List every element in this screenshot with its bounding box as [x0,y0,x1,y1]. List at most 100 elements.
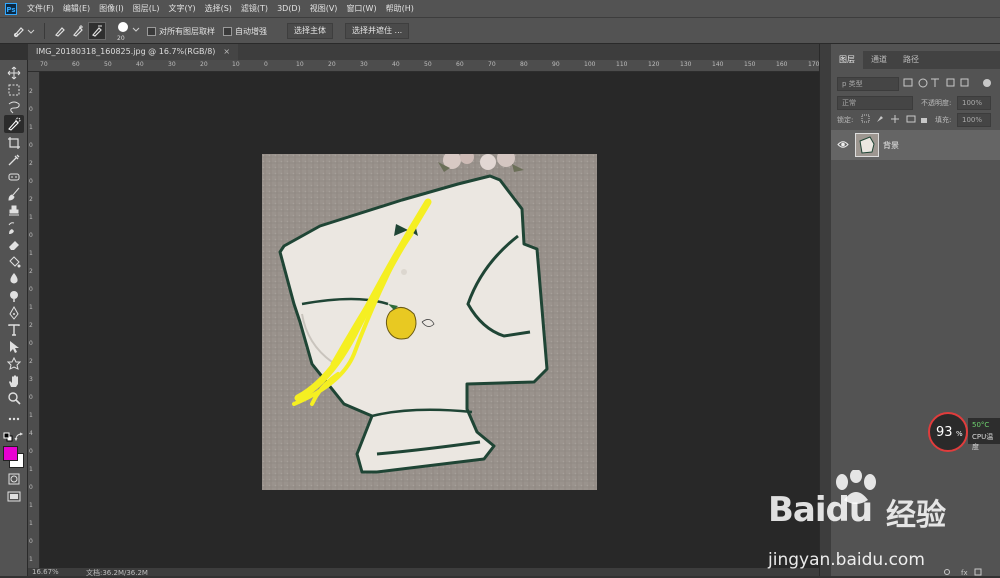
baidu-paw-icon [836,470,876,504]
foreground-color-swatch[interactable] [3,446,18,461]
options-bar: 20 对所有图层取样 自动增强 选择主体 选择并遮住 ... [0,17,1000,44]
auto-enhance-checkbox[interactable] [223,27,232,36]
opacity-input[interactable]: 100% [957,96,991,110]
new-selection-brush-icon[interactable] [53,24,67,38]
path-selection-tool-icon[interactable] [7,340,21,354]
clone-stamp-tool-icon[interactable] [7,204,21,218]
photoshop-logo: Ps [5,2,17,15]
menu-image[interactable]: 图像(I) [99,3,124,14]
ruler-h-label: 50 [424,61,432,68]
hand-tool-icon[interactable] [7,374,21,388]
ruler-v-label: 2 [29,160,33,167]
ruler-v-label: 2 [29,322,33,329]
ruler-h-label: 130 [680,61,692,68]
eye-visibility-icon[interactable] [837,140,849,149]
layer-thumbnail-image [859,136,875,154]
crop-tool-icon[interactable] [7,136,21,150]
tab-layers[interactable]: 图层 [831,51,863,69]
swap-colors-icon[interactable] [14,432,24,442]
menu-select[interactable]: 选择(S) [205,3,232,14]
document-canvas[interactable] [40,72,819,568]
layer-thumbnail [855,133,879,157]
quick-selection-tool-button[interactable] [4,115,24,133]
brush-tool-icon[interactable] [7,187,21,201]
lasso-tool-icon[interactable] [7,100,21,114]
ruler-h-label: 50 [104,61,112,68]
screen-mode-icon[interactable] [7,490,21,504]
layer-filter-icons[interactable] [903,77,997,89]
menu-layer[interactable]: 图层(L) [133,3,160,14]
select-and-mask-button[interactable]: 选择并遮住 ... [345,23,410,39]
sample-all-layers-checkbox[interactable] [147,27,156,36]
watermark-url: jingyan.baidu.com [768,550,925,570]
zoom-level[interactable]: 16.67% [32,568,59,576]
custom-shape-tool-icon[interactable] [7,357,21,371]
lock-icons[interactable] [861,114,931,124]
ruler-h-label: 120 [648,61,660,68]
blend-mode-select[interactable]: 正常 [837,96,913,110]
eyedropper-tool-icon[interactable] [7,153,21,167]
lock-label: 锁定: [837,116,854,124]
tab-channels[interactable]: 通道 [863,51,895,69]
zoom-tool-icon[interactable] [7,391,21,405]
cpu-usage-percent-sign: % [956,430,963,438]
ruler-h-label: 70 [488,61,496,68]
baidu-jingyan-watermark: Baidu 经验 jingyan.baidu.com [764,468,1000,576]
tab-paths[interactable]: 路径 [895,51,927,69]
paint-bucket-tool-icon[interactable] [7,255,21,269]
menu-bar: Ps 文件(F) 编辑(E) 图像(I) 图层(L) 文字(Y) 选择(S) 滤… [0,0,1000,17]
menu-edit[interactable]: 编辑(E) [63,3,90,14]
document-tab[interactable]: IMG_20180318_160825.jpg @ 16.7%(RGB/8) × [28,44,239,60]
ruler-h-label: 60 [72,61,80,68]
cpu-temp-label: CPU温度 [972,433,994,451]
dodge-tool-icon[interactable] [7,289,21,303]
spot-healing-brush-icon[interactable] [7,170,21,184]
menu-file[interactable]: 文件(F) [27,3,54,14]
quick-mask-icon[interactable] [7,472,21,486]
layer-name: 背景 [883,141,899,150]
fill-label: 填充: [935,116,952,124]
cpu-monitor-widget: 93 % 50°C CPU温度 [928,412,1000,452]
type-tool-icon[interactable] [7,323,21,337]
ruler-v-label: 2 [29,358,33,365]
select-subject-button[interactable]: 选择主体 [287,23,333,39]
ruler-v-label: 1 [29,250,33,257]
opacity-label: 不透明度: [921,99,952,107]
layer-kind-filter[interactable]: p 类型 [837,77,899,91]
ruler-h-label: 40 [136,61,144,68]
history-brush-tool-icon[interactable] [7,221,21,235]
menu-filter[interactable]: 滤镜(T) [241,3,268,14]
add-to-selection-brush-icon[interactable] [71,24,85,38]
tools-panel [0,60,28,576]
menu-help[interactable]: 帮助(H) [386,3,414,14]
ruler-v-label: 2 [29,268,33,275]
subtract-from-selection-brush-icon [92,25,102,37]
marquee-tool-icon[interactable] [7,83,21,97]
more-tools-icon[interactable] [7,412,21,426]
subtract-selection-brush-button[interactable] [88,22,106,40]
options-separator [44,23,45,39]
menu-view[interactable]: 视图(V) [310,3,338,14]
chevron-down-icon[interactable] [132,27,140,33]
blur-tool-icon[interactable] [7,272,21,286]
layer-row[interactable]: 背景 [831,130,1000,160]
menu-3d[interactable]: 3D(D) [277,4,301,13]
ruler-v-label: 0 [29,340,33,347]
ruler-h-label: 60 [456,61,464,68]
ruler-h-label: 110 [616,61,628,68]
ruler-v-label: 3 [29,376,33,383]
menu-window[interactable]: 窗口(W) [346,3,376,14]
move-tool-icon[interactable] [7,66,21,80]
menu-type[interactable]: 文字(Y) [168,3,195,14]
ruler-h-label: 10 [296,61,304,68]
ruler-h-label: 80 [520,61,528,68]
pen-tool-icon[interactable] [7,306,21,320]
default-colors-icon[interactable] [3,432,13,442]
tool-preset-picker-icon[interactable] [12,24,38,38]
eraser-tool-icon[interactable] [7,238,21,252]
fill-input[interactable]: 100% [957,113,991,127]
close-tab-icon[interactable]: × [223,44,230,60]
ruler-v-label: 1 [29,412,33,419]
brush-preview-icon[interactable] [116,21,130,33]
ruler-v-label: 0 [29,538,33,545]
